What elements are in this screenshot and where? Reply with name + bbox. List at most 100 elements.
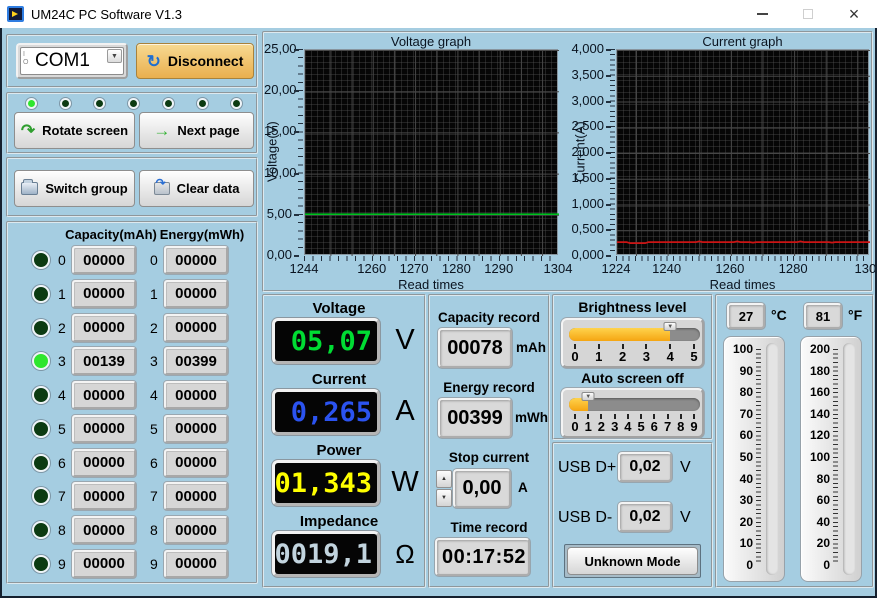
meters-group: Voltage 05,07 V Current 0,265 A Power 01… xyxy=(262,294,426,588)
thermo-scale-label: 50 xyxy=(739,450,753,464)
mode-button-frame: Unknown Mode xyxy=(564,544,701,578)
impedance-unit: Ω xyxy=(395,539,415,569)
thermo-scale-label: 80 xyxy=(816,471,830,486)
stop-current-unit: A xyxy=(518,480,528,495)
group-row: 9 00000 9 00000 xyxy=(8,549,256,579)
x-tick-label: 1280 xyxy=(778,261,808,276)
brightness-track[interactable]: ▼ xyxy=(569,322,700,341)
rotate-screen-button[interactable]: ↷ Rotate screen xyxy=(14,112,135,149)
thermo-scale-label: 180 xyxy=(809,363,830,378)
voltage-label: Voltage xyxy=(312,300,366,317)
window-controls: × xyxy=(739,0,877,28)
slider-tick-label: 7 xyxy=(663,419,672,434)
mode-button[interactable]: Unknown Mode xyxy=(567,547,698,575)
auto-screen-off-label: Auto screen off xyxy=(581,370,684,386)
auto-screen-off-thumb[interactable]: ▼ xyxy=(581,392,595,401)
com-port-field[interactable]: IO COM1 ▼ xyxy=(20,47,124,75)
slider-tick-label: 2 xyxy=(597,419,606,434)
titlebar: UM24C PC Software V1.3 × xyxy=(0,0,877,28)
x-tick-label: 1260 xyxy=(715,261,745,276)
brightness-thumb[interactable]: ▼ xyxy=(663,322,677,331)
stepper-up-button[interactable]: ▲ xyxy=(436,470,452,488)
voltage-x-axis-label: Read times xyxy=(398,277,464,292)
capacity-record-label: Capacity record xyxy=(437,310,541,325)
thermo-scale-label: 40 xyxy=(816,514,830,529)
usb-dplus-label: USB D+ xyxy=(558,459,617,476)
celsius-thermometer: 27 °C 100 90 80 70 60 50 40 30 20 10 0 xyxy=(721,296,791,586)
voltage-chart: Voltage graph Voltage(V) Read times 0,00… xyxy=(264,33,572,292)
group-index: 8 xyxy=(58,522,66,539)
minimize-button[interactable] xyxy=(739,0,785,28)
y-tick-label: 0,000 xyxy=(560,247,611,262)
current-plot-area xyxy=(616,49,870,256)
slider-tick-label: 3 xyxy=(611,419,619,434)
screen-settings-group: Brightness level ▼ 012345 Auto screen of… xyxy=(552,294,713,440)
capacity-value: 00000 xyxy=(72,448,136,477)
group-index: 7 xyxy=(58,488,66,505)
thermo-scale-label: 140 xyxy=(809,406,830,421)
energy-value: 00000 xyxy=(164,414,228,443)
stepper-down-button[interactable]: ▼ xyxy=(436,489,452,507)
capacity-value: 00000 xyxy=(72,246,136,274)
switch-group-button[interactable]: Switch group xyxy=(14,170,135,207)
y-tick-label: 3,500 xyxy=(560,67,611,82)
y-tick-label: 2,000 xyxy=(560,144,611,159)
y-tick-label: 4,000 xyxy=(560,41,611,56)
voltage-display: 05,07 xyxy=(272,318,380,364)
slider-tick-label: 0 xyxy=(571,419,579,434)
group-index: 4 xyxy=(58,387,66,404)
y-tick-label: 2,500 xyxy=(560,118,611,133)
minimize-icon xyxy=(756,13,768,15)
com-dropdown-button[interactable]: ▼ xyxy=(107,49,122,63)
capacity-record-display: 00078 xyxy=(438,328,512,368)
group-active-led xyxy=(32,487,50,506)
brightness-scale: 0 1234 5 xyxy=(569,349,700,365)
disconnect-label: Disconnect xyxy=(167,53,244,69)
group-row: 6 00000 6 00000 xyxy=(8,448,256,478)
usb-dplus-unit: V xyxy=(680,459,691,476)
usb-dminus-unit: V xyxy=(680,509,691,526)
group-row: 4 00000 4 00000 xyxy=(8,380,256,410)
clear-data-button[interactable]: Clear data xyxy=(139,170,254,207)
capacity-value: 00000 xyxy=(72,482,136,511)
group-active-led xyxy=(32,453,50,472)
slider-tick-label: 4 xyxy=(666,349,674,364)
connection-group: IO COM1 ▼ ↻ Disconnect xyxy=(6,34,258,88)
group-index: 0 xyxy=(150,252,158,268)
page-led xyxy=(196,97,208,109)
maximize-button[interactable] xyxy=(785,0,831,28)
slider-tick-label: 0 xyxy=(571,349,579,364)
group-index: 4 xyxy=(150,387,158,404)
io-icon: IO xyxy=(23,51,29,66)
current-label: Current xyxy=(311,371,367,388)
thermo-scale-label: 70 xyxy=(739,406,753,421)
close-button[interactable]: × xyxy=(831,0,877,28)
groups-rows: 0 00000 0 00000 1 00000 1 00000 2 00000 2 00000 3 001… xyxy=(8,245,256,579)
page-nav-group: ↷ Rotate screen → Next page xyxy=(6,92,258,154)
brightness-slider: ▼ 0 1234 5 xyxy=(561,318,704,368)
disconnect-button[interactable]: ↻ Disconnect xyxy=(136,43,254,79)
group-index: 3 xyxy=(150,353,158,370)
group-active-led xyxy=(32,251,50,269)
thermo-scale-label: 0 xyxy=(823,558,830,572)
thermo-scale-label: 80 xyxy=(739,385,753,400)
com-port-combo[interactable]: IO COM1 ▼ xyxy=(16,43,128,79)
clear-data-label: Clear data xyxy=(176,181,240,196)
celsius-unit: °C xyxy=(771,307,787,323)
usb-dminus-label: USB D- xyxy=(558,509,613,526)
impedance-label: Impedance xyxy=(299,513,379,530)
x-tick-label: 1260 xyxy=(357,261,387,276)
stop-current-field[interactable]: 0,00 xyxy=(453,469,511,508)
energy-value: 00000 xyxy=(164,516,228,545)
stop-current-label: Stop current xyxy=(448,450,530,465)
voltage-y-axis-label: Voltage(V) xyxy=(264,121,280,183)
thermo-scale-label: 160 xyxy=(809,385,830,400)
energy-header: Energy(mWh) xyxy=(159,227,245,242)
y-tick-label: 20,00 xyxy=(264,82,299,98)
group-index: 2 xyxy=(58,319,66,336)
slider-tick-label: 4 xyxy=(624,419,632,434)
auto-screen-off-track[interactable]: ▼ xyxy=(569,392,700,411)
next-page-button[interactable]: → Next page xyxy=(139,112,254,149)
voltage-unit: V xyxy=(395,324,415,356)
thermo-scale-label: 60 xyxy=(739,428,753,443)
